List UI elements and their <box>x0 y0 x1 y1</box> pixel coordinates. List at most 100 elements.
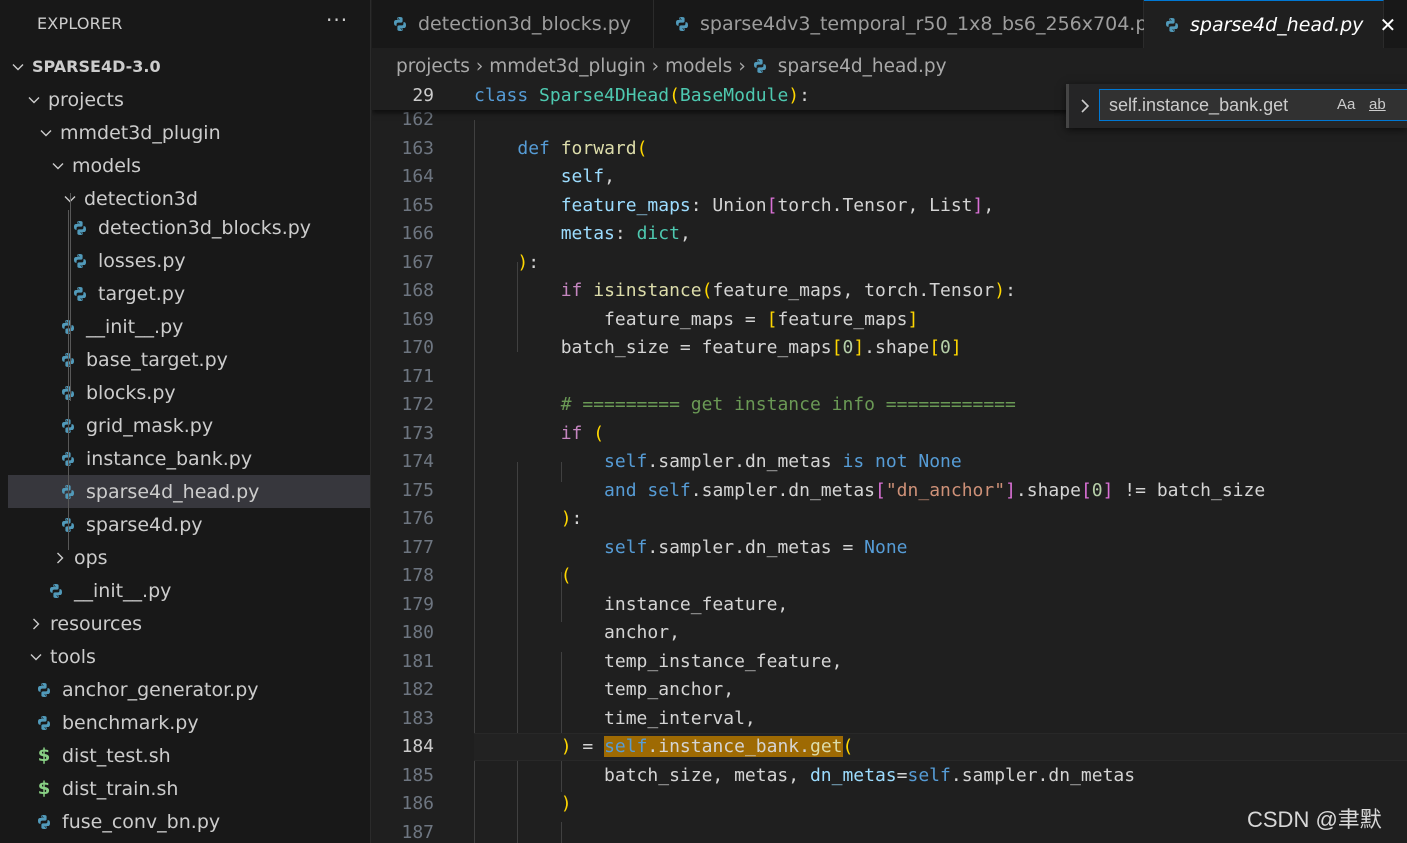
tree-folder[interactable]: projects <box>8 83 370 116</box>
code-line[interactable]: 182 temp_anchor, <box>372 676 1407 704</box>
tree-file[interactable]: fuse_conv_bn.py <box>8 805 370 838</box>
tree-item-label: fuse_conv_bn.py <box>62 810 221 833</box>
find-widget: Aa ab <box>1066 84 1407 128</box>
code-line[interactable]: 185 batch_size, metas, dn_metas=self.sam… <box>372 762 1407 790</box>
tab-sparse4dv3-config[interactable]: sparse4dv3_temporal_r50_1x8_bs6_256x704.… <box>654 0 1159 48</box>
line-number: 173 <box>401 422 434 444</box>
chevron-down-icon <box>10 59 26 75</box>
tab-label: detection3d_blocks.py <box>418 13 632 35</box>
close-icon[interactable]: ✕ <box>1379 13 1396 37</box>
tree-indent-guide <box>68 210 69 550</box>
tree-folder[interactable]: resources <box>8 607 370 640</box>
line-number: 172 <box>401 394 434 415</box>
tree-file[interactable]: base_target.py <box>8 343 370 376</box>
chevron-right-icon <box>28 616 44 632</box>
tree-item-label: anchor_generator.py <box>62 678 259 701</box>
code-line[interactable]: 166 metas: dict, <box>372 220 1407 248</box>
code-text: if isinstance(feature_maps, torch.Tensor… <box>560 280 1016 301</box>
tree-item-label: dist_test.sh <box>62 744 171 767</box>
tree-item-label: projects <box>48 88 124 111</box>
tree-folder[interactable]: tools <box>8 640 370 673</box>
code-line[interactable]: 178 ( <box>372 562 1407 590</box>
code-text: self.sampler.dn_metas is not None <box>604 451 962 472</box>
code-text: metas: dict, <box>560 223 691 244</box>
tab-detection3d-blocks[interactable]: detection3d_blocks.py <box>372 0 654 48</box>
tree-file[interactable]: target.py <box>8 277 370 310</box>
tree-item-label: mmdet3d_plugin <box>60 121 221 144</box>
tree-file[interactable]: $ dist_test.sh <box>8 739 370 772</box>
workspace-root-folder[interactable]: SPARSE4D-3.0 <box>8 50 370 83</box>
tree-file[interactable]: __init__.py <box>8 574 370 607</box>
tree-folder[interactable]: models <box>8 149 370 182</box>
find-match-highlight: get <box>809 736 843 757</box>
code-line[interactable]: 179 instance_feature, <box>372 591 1407 619</box>
tree-file[interactable]: losses.py <box>8 244 370 277</box>
tree-file[interactable]: detection3d_blocks.py <box>8 211 370 244</box>
code-text: ) <box>560 793 572 814</box>
code-line[interactable]: 180 anchor, <box>372 619 1407 647</box>
tree-item-label: target.py <box>98 282 186 305</box>
code-text: self, <box>560 166 615 187</box>
tree-file[interactable]: blocks.py <box>8 376 370 409</box>
tree-item-label: SPARSE4D-3.0 <box>32 57 161 76</box>
tree-file[interactable]: benchmark.py <box>8 706 370 739</box>
code-line[interactable]: 175 and self.sampler.dn_metas["dn_anchor… <box>372 477 1407 505</box>
tree-file[interactable]: instance_bank.py <box>8 442 370 475</box>
code-line[interactable]: 183 time_interval, <box>372 705 1407 733</box>
breadcrumb-item[interactable]: mmdet3d_plugin <box>489 56 645 77</box>
code-line[interactable]: 168 if isinstance(feature_maps, torch.Te… <box>372 277 1407 305</box>
code-text: ): <box>560 508 583 529</box>
code-line[interactable]: 171 <box>372 363 1407 391</box>
chevron-right-icon: › <box>651 55 660 77</box>
tree-file[interactable]: grid_mask.py <box>8 409 370 442</box>
editor-tab-bar: detection3d_blocks.py sparse4dv3_tempora… <box>372 0 1407 48</box>
tree-file[interactable]: $ dist_train.sh <box>8 772 370 805</box>
code-line[interactable]: 177 self.sampler.dn_metas = None <box>372 534 1407 562</box>
match-whole-word-button[interactable]: ab <box>1369 96 1386 113</box>
code-line[interactable]: 169 feature_maps = [feature_maps] <box>372 306 1407 334</box>
code-text: and self.sampler.dn_metas["dn_anchor"].s… <box>604 479 1266 501</box>
tree-file[interactable]: sparse4d_head.py <box>8 475 370 508</box>
python-file-icon <box>36 682 52 698</box>
line-number: 29 <box>412 85 434 106</box>
breadcrumb-file[interactable]: sparse4d_head.py <box>752 56 947 77</box>
tree-folder[interactable]: ops <box>8 541 370 574</box>
code-text: ): <box>517 251 540 273</box>
code-text: instance_feature, <box>474 593 789 615</box>
code-line[interactable]: 165 feature_maps: Union[torch.Tensor, Li… <box>372 192 1407 220</box>
tree-file[interactable]: anchor_generator.py <box>8 673 370 706</box>
breadcrumb-item[interactable]: projects <box>396 56 470 77</box>
breadcrumb-file-label: sparse4d_head.py <box>777 55 947 77</box>
code-line[interactable]: 174 self.sampler.dn_metas is not None <box>372 448 1407 476</box>
more-actions-button[interactable]: ··· <box>326 8 348 32</box>
match-case-button[interactable]: Aa <box>1337 96 1355 113</box>
chevron-right-icon <box>52 550 68 566</box>
breadcrumb-item[interactable]: models <box>665 56 732 77</box>
tree-folder[interactable]: mmdet3d_plugin <box>8 116 370 149</box>
line-number: 162 <box>401 109 434 130</box>
code-text: ) = self.instance_bank.get( <box>560 736 854 757</box>
code-line[interactable]: 173 if ( <box>372 420 1407 448</box>
toggle-replace-chevron-icon[interactable] <box>1077 96 1093 116</box>
find-input[interactable] <box>1099 89 1407 121</box>
code-line[interactable]: 184 ) = self.instance_bank.get( <box>372 733 1407 761</box>
code-line[interactable]: 167 ): <box>372 249 1407 277</box>
chevron-down-icon <box>38 125 54 141</box>
code-text: ( <box>560 565 572 586</box>
tree-file[interactable]: sparse4d.py <box>8 508 370 541</box>
line-number: 174 <box>401 451 434 472</box>
code-line[interactable]: 181 temp_instance_feature, <box>372 648 1407 676</box>
tree-file[interactable]: __init__.py <box>8 310 370 343</box>
tree-item-label: losses.py <box>98 249 186 272</box>
tab-sparse4d-head[interactable]: sparse4d_head.py ✕ <box>1144 0 1396 48</box>
chevron-down-icon <box>50 158 66 174</box>
code-line[interactable]: 172 # ========= get instance info ======… <box>372 391 1407 419</box>
code-text: if ( <box>560 422 605 444</box>
code-line[interactable]: 176 ): <box>372 505 1407 533</box>
code-line[interactable]: 163 def forward( <box>372 135 1407 163</box>
code-line[interactable]: 164 self, <box>372 163 1407 191</box>
tree-item-label: dist_train.sh <box>62 777 179 800</box>
tree-item-label: __init__.py <box>74 579 172 602</box>
code-editor[interactable]: 162 163 def forward(164 self, 165 feature_… <box>372 82 1407 843</box>
code-line[interactable]: 170 batch_size = feature_maps[0].shape[0… <box>372 334 1407 362</box>
